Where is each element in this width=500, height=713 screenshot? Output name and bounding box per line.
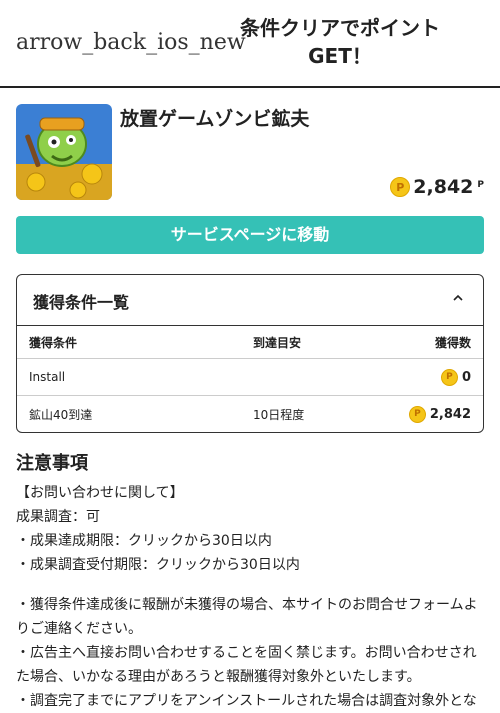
page-title: 条件クリアでポイントGET！ [240,16,440,68]
note-line: 成果調査：可 [16,509,100,525]
table-header-row: 獲得条件 到達目安 獲得数 [17,326,483,359]
conditions-title: 獲得条件一覧 [33,293,130,312]
note-line: 【お問い合わせに関して】 [16,485,184,501]
points-value: 2,842 [413,176,474,198]
column-header: 獲得条件 [17,326,241,359]
table-row: Install P 0 [17,358,483,396]
app-summary: 放置ゲームゾンビ鉱夫 P 2,842 P [16,104,484,204]
reward-cell: P 0 [353,358,483,396]
top-header: arrow_back_ios_new 条件クリアでポイントGET！ [0,0,500,88]
note-line: ・広告主へ直接お問い合わせすることを固く禁じます。お問い合わせされた場合、いかな… [16,645,477,685]
condition-cell: Install [17,358,241,396]
app-name: 放置ゲームゾンビ鉱夫 [120,108,310,130]
notes-title: 注意事項 [16,453,88,474]
reward-cell: P 2,842 [354,396,483,433]
reward-value: 0 [461,369,471,385]
app-icon [16,104,112,200]
conditions-panel: 獲得条件一覧 獲得条件 到達目安 獲得数 Install P 0 鉱山40到達 … [16,274,484,433]
table-row: 鉱山40到達 10日程度 P 2,842 [17,396,483,433]
estimate-cell [241,358,354,396]
notes-section: 注意事項 【お問い合わせに関して】 成果調査：可 ・成果達成期限：クリックから3… [16,449,484,713]
points-unit: P [477,180,484,190]
note-line: ・調査完了までにアプリをアンインストールされた場合は調査対象外とな [16,693,477,709]
note-line: ・成果達成期限：クリックから30日以内 [16,533,272,549]
back-arrow-icon[interactable]: arrow_back_ios_new [16,30,246,55]
conditions-toggle[interactable]: 獲得条件一覧 [17,275,483,326]
reward-value: 2,842 [429,406,471,422]
service-page-button[interactable]: サービスページに移動 [16,216,484,254]
note-line: ・獲得条件達成後に報酬が未獲得の場合、本サイトのお問合せフォームよりご連絡くださ… [16,597,478,637]
estimate-cell: 10日程度 [253,407,305,422]
coin-icon: P [440,368,458,386]
column-header: 獲得数 [353,326,483,359]
coin-icon: P [408,405,426,423]
condition-cell: 鉱山40到達 [29,407,93,422]
note-line: ・成果調査受付期限：クリックから30日以内 [16,557,300,573]
conditions-table: 獲得条件 到達目安 獲得数 Install P 0 鉱山40到達 10日程度 P… [17,326,483,432]
column-header: 到達目安 [241,326,354,359]
chevron-up-icon [453,294,463,301]
app-points: P 2,842 P [390,176,484,198]
coin-icon: P [390,177,411,197]
